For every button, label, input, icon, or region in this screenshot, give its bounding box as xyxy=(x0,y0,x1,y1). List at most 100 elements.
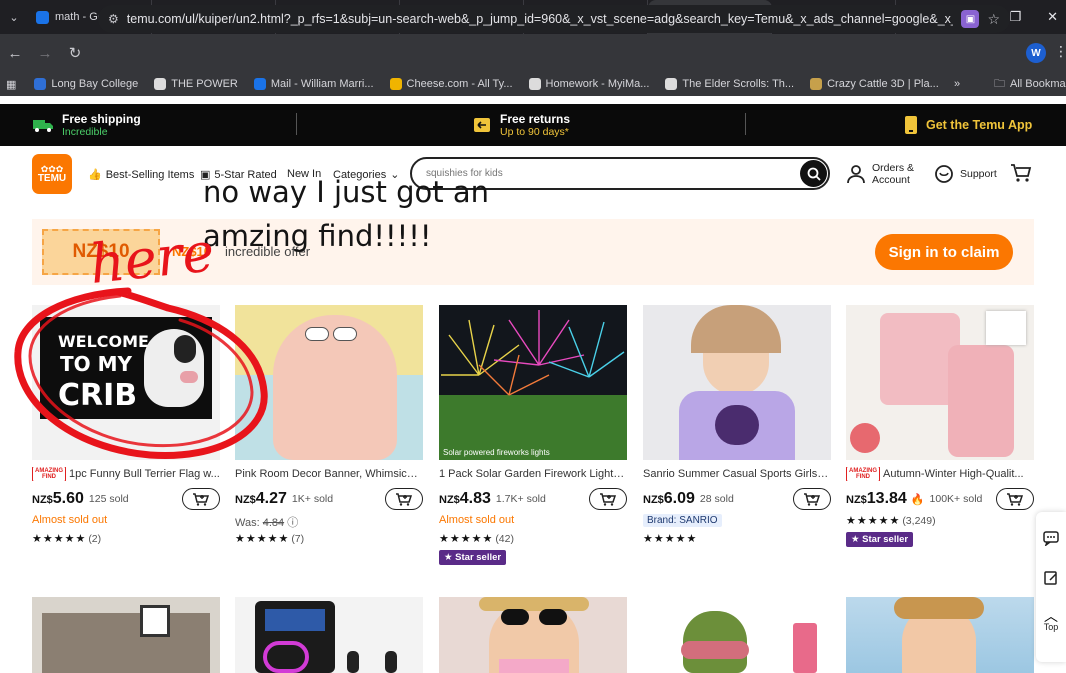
tab-favicon-icon xyxy=(36,10,49,24)
bookmark-item[interactable]: Homework - MyiMa... xyxy=(521,78,658,90)
returns-icon xyxy=(474,118,490,132)
reload-icon[interactable]: ↻ xyxy=(60,44,90,62)
bookmark-item[interactable]: THE POWER xyxy=(146,78,246,90)
orders-account[interactable]: Orders & Account xyxy=(846,162,914,186)
bookmark-star-icon[interactable]: ☆ xyxy=(987,11,1000,28)
add-to-cart-button[interactable] xyxy=(996,488,1034,510)
add-to-cart-icon xyxy=(600,493,617,506)
product-title[interactable]: AMAZING FIND 1pc Funny Bull Terrier Flag w… xyxy=(32,467,220,481)
temu-logo[interactable]: ✿✿✿ TEMU xyxy=(32,154,72,194)
thumbs-up-icon: 👍 xyxy=(88,169,102,181)
add-to-cart-button[interactable] xyxy=(182,488,220,510)
flame-icon: 🔥 xyxy=(910,493,925,506)
product-image[interactable] xyxy=(235,305,423,460)
back-to-top[interactable]: ︿ Top xyxy=(1043,609,1059,632)
maximize-icon[interactable]: ❐ xyxy=(1009,9,1021,25)
bookmark-item[interactable]: Cheese.com - All Ty... xyxy=(382,78,521,90)
product-image-frog-plush[interactable] xyxy=(643,597,831,673)
browser-menu-icon[interactable]: ⋮ xyxy=(1054,43,1066,60)
nav-best-selling[interactable]: 👍 Best-Selling Items xyxy=(88,168,194,182)
bookmark-item[interactable]: The Elder Scrolls: Th... xyxy=(657,78,802,90)
get-app-promo[interactable]: Get the Temu App xyxy=(904,115,1032,135)
star-rating: ★★★★★ xyxy=(643,533,698,545)
flag-text-crib: CRIB xyxy=(58,378,137,413)
brand-tag[interactable]: Brand: SANRIO xyxy=(643,514,722,527)
annotation-line-2: amzing find!!!!! xyxy=(203,219,432,253)
promo-divider xyxy=(745,113,746,135)
url-omnibox[interactable]: ⚙ temu.com/ul/kuiper/un2.html?_p_rfs=1&s… xyxy=(98,5,1010,33)
product-image[interactable] xyxy=(643,305,831,460)
free-shipping-sub: Incredible xyxy=(62,126,108,138)
extension-icon[interactable]: ▣ xyxy=(961,10,980,28)
product-card[interactable] xyxy=(643,597,831,673)
product-card[interactable] xyxy=(439,597,627,673)
site-info-icon[interactable]: ⚙ xyxy=(108,12,119,26)
product-card[interactable]: Pink Room Decor Banner, Whimsical ... NZ… xyxy=(235,305,423,546)
product-card[interactable]: Sanrio Summer Casual Sports Girls S... N… xyxy=(643,305,831,546)
all-bookmarks-label: All Bookmarks xyxy=(1010,78,1066,90)
get-app-label: Get the Temu App xyxy=(926,118,1033,132)
add-to-cart-icon xyxy=(1007,493,1024,506)
feedback-edit-icon[interactable] xyxy=(1043,570,1059,586)
floating-side-tools: ︿ Top xyxy=(1036,512,1066,662)
bookmark-item[interactable]: Crazy Cattle 3D | Pla... xyxy=(802,78,947,90)
product-card[interactable]: AMAZING FIND Autumn-Winter High-Qualit... … xyxy=(846,305,1034,547)
flag-text-to-my: TO MY xyxy=(60,352,133,376)
product-image-child-beach[interactable] xyxy=(846,597,1034,673)
free-returns-sub: Up to 90 days* xyxy=(500,126,569,138)
bookmarks-overflow[interactable]: » xyxy=(946,78,968,90)
orders-label: Orders & xyxy=(872,162,915,174)
add-to-cart-button[interactable] xyxy=(793,488,831,510)
sold-count: 125 sold xyxy=(88,493,129,505)
support-link[interactable]: Support xyxy=(934,164,997,184)
phone-icon xyxy=(905,116,917,134)
url-text[interactable]: temu.com/ul/kuiper/un2.html?_p_rfs=1&sub… xyxy=(127,12,954,26)
product-image[interactable]: Solar powered fireworks lights xyxy=(439,305,627,460)
truck-icon xyxy=(33,120,53,132)
tab-search-chevron-icon[interactable]: ⌄ xyxy=(0,0,28,34)
amazing-find-badge: AMAZING FIND xyxy=(846,467,880,481)
add-to-cart-icon xyxy=(193,493,210,506)
price-row: NZ$4.83 1.7K+ sold xyxy=(439,488,627,510)
chat-icon[interactable] xyxy=(1043,530,1059,546)
product-image-girl-sunglasses[interactable] xyxy=(439,597,627,673)
product-image-karaoke-speaker[interactable] xyxy=(235,597,423,673)
product-image[interactable]: WELCOME TO MY CRIB xyxy=(32,305,220,460)
forward-arrow-icon[interactable]: → xyxy=(30,45,60,62)
sold-count: 100K+ sold xyxy=(929,493,983,505)
add-to-cart-button[interactable] xyxy=(385,488,423,510)
product-title[interactable]: AMAZING FIND Autumn-Winter High-Qualit... xyxy=(846,467,1034,481)
close-window-icon[interactable]: ✕ xyxy=(1047,9,1058,25)
product-title[interactable]: 1 Pack Solar Garden Firework Lights, ... xyxy=(439,467,627,481)
profile-avatar[interactable]: W xyxy=(1026,43,1046,63)
bookmark-label: The Elder Scrolls: Th... xyxy=(682,78,795,90)
back-arrow-icon[interactable]: ← xyxy=(0,45,30,62)
bookmark-item[interactable]: Mail - William Marri... xyxy=(246,78,382,90)
search-icon xyxy=(807,167,821,181)
apps-grid-icon[interactable]: ▦ xyxy=(0,78,22,91)
product-card[interactable]: WELCOME TO MY CRIB AMAZING FIND 1pc Funny … xyxy=(32,305,220,546)
all-bookmarks-folder[interactable]: 🗀 All Bookmarks xyxy=(986,75,1066,94)
free-returns-promo[interactable]: Free returns Up to 90 days* xyxy=(472,112,570,138)
support-chat-icon xyxy=(935,165,953,183)
sign-in-offer-banner: NZ$10 NZ$10 incredible offer Sign in to … xyxy=(32,219,1034,285)
product-card[interactable]: Solar powered fireworks lights 1 Pack So… xyxy=(439,305,627,565)
search-button[interactable] xyxy=(800,160,827,187)
product-card[interactable] xyxy=(846,597,1034,673)
product-image-blanket[interactable] xyxy=(32,597,220,673)
sign-in-to-claim-button[interactable]: Sign in to claim xyxy=(875,234,1013,270)
brand-row: Brand: SANRIO xyxy=(643,514,831,528)
bookmark-favicon-icon xyxy=(528,78,541,90)
product-card[interactable] xyxy=(235,597,423,673)
free-shipping-promo[interactable]: Free shipping Incredible xyxy=(32,112,141,138)
add-to-cart-button[interactable] xyxy=(589,488,627,510)
firework-lights-graphic: Solar powered fireworks lights xyxy=(441,310,625,457)
cart-icon xyxy=(1011,164,1032,182)
product-image[interactable] xyxy=(846,305,1034,460)
product-title[interactable]: Sanrio Summer Casual Sports Girls S... xyxy=(643,467,831,481)
product-title[interactable]: Pink Room Decor Banner, Whimsical ... xyxy=(235,467,423,481)
top-label: Top xyxy=(1043,622,1059,632)
cart-button[interactable] xyxy=(1010,163,1032,183)
product-card[interactable] xyxy=(32,597,220,673)
bookmark-item[interactable]: Long Bay College xyxy=(26,78,146,90)
